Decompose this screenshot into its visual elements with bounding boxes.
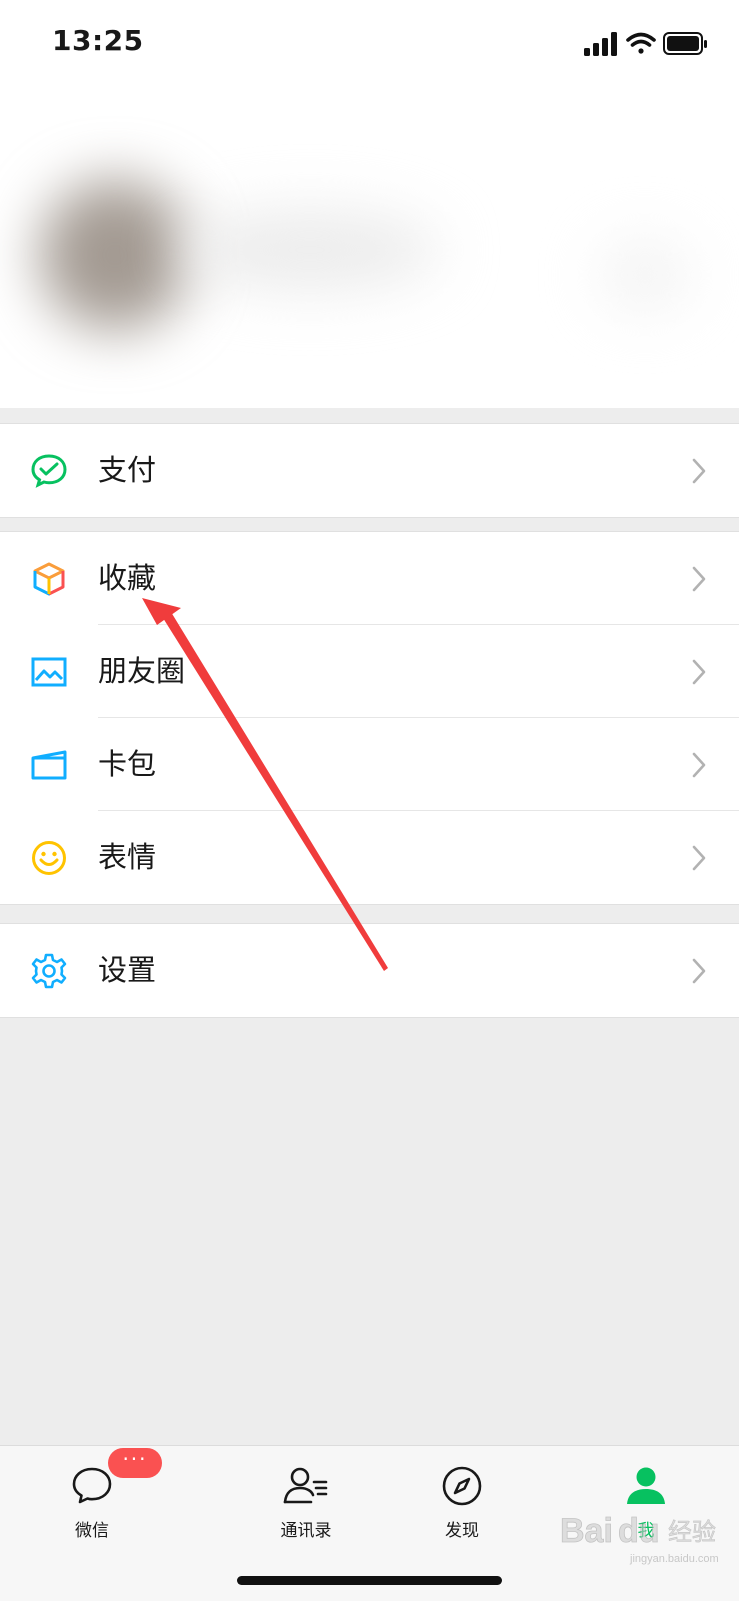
menu-item-label: 支付	[98, 453, 157, 487]
status-icons	[584, 30, 709, 58]
menu-item-card-wallet[interactable]: 卡包	[0, 718, 739, 811]
gear-icon	[31, 953, 67, 989]
menu-item-label: 卡包	[98, 747, 157, 781]
menu-item-pay[interactable]: 支付	[0, 424, 739, 517]
svg-text:Bai: Bai	[560, 1512, 613, 1550]
menu-item-label: 收藏	[98, 561, 157, 595]
profile-header[interactable]	[0, 90, 739, 408]
menu-group-settings: 设置	[0, 923, 739, 1018]
menu-item-settings[interactable]: 设置	[0, 924, 739, 1017]
menu-item-favorites[interactable]: 收藏	[0, 532, 739, 625]
svg-text:经验: 经验	[668, 1518, 716, 1546]
avatar	[40, 180, 190, 330]
menu-group-pay: 支付	[0, 423, 739, 518]
chevron-right-icon	[692, 458, 706, 484]
favorites-cube-icon	[33, 562, 65, 596]
wechat-pay-icon	[31, 454, 67, 488]
tab-contacts[interactable]: 通讯录	[246, 1464, 366, 1544]
qr-code-blur	[600, 240, 690, 310]
status-bar: 13:25	[0, 0, 739, 90]
menu-item-moments[interactable]: 朋友圈	[0, 625, 739, 718]
chevron-right-icon	[692, 752, 706, 778]
tab-label: 通讯录	[280, 1521, 332, 1541]
chat-bubble-icon	[72, 1467, 112, 1504]
menu-item-stickers[interactable]: 表情	[0, 811, 739, 904]
battery-icon	[663, 32, 707, 55]
compass-icon	[442, 1466, 482, 1506]
tab-label: 微信	[75, 1521, 109, 1541]
profile-name-blur	[180, 210, 440, 290]
status-time: 13:25	[52, 24, 144, 57]
contacts-icon	[283, 1467, 328, 1504]
home-indicator[interactable]	[237, 1576, 502, 1585]
unread-badge: ···	[108, 1448, 162, 1478]
chevron-right-icon	[692, 659, 706, 685]
svg-text:jingyan.baidu.com: jingyan.baidu.com	[629, 1553, 719, 1565]
card-wallet-icon	[31, 750, 67, 780]
chevron-right-icon	[692, 845, 706, 871]
smiley-icon	[32, 841, 66, 875]
menu-item-label: 朋友圈	[98, 654, 186, 688]
tab-label: 发现	[445, 1521, 479, 1541]
menu-group-main: 收藏 朋友圈 卡包 表情	[0, 531, 739, 905]
chevron-right-icon	[692, 566, 706, 592]
menu-item-label: 设置	[98, 953, 157, 987]
wifi-icon	[626, 32, 656, 54]
menu-item-label: 表情	[98, 840, 157, 874]
chevron-right-icon	[692, 958, 706, 984]
baidu-watermark-logo: Bai du 经验 jingyan.baidu.com	[560, 1512, 719, 1565]
moments-picture-icon	[31, 657, 67, 687]
tab-discover[interactable]: 发现	[402, 1464, 522, 1544]
svg-text:du: du	[618, 1512, 660, 1550]
cellular-signal-icon	[584, 32, 617, 56]
